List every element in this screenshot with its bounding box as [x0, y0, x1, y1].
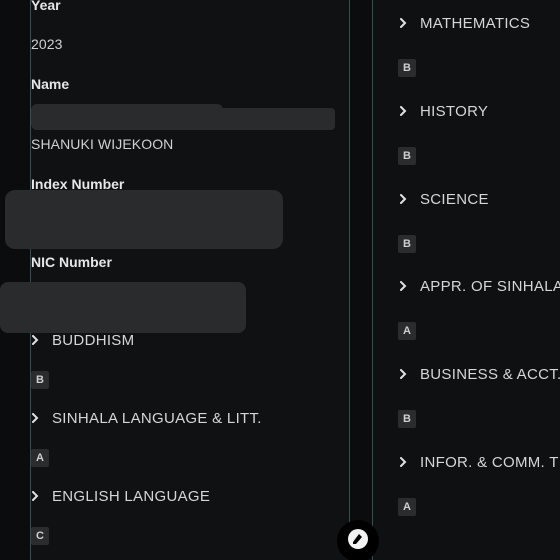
redaction-bar [0, 282, 246, 333]
chevron-right-icon [398, 194, 408, 204]
floating-action-button[interactable] [337, 520, 379, 560]
grade-badge: A [398, 498, 416, 516]
subject-name: MATHEMATICS [420, 14, 531, 32]
redaction-bar [200, 108, 335, 130]
year-label: Year [31, 0, 61, 13]
subject-name: BUDDHISM [52, 331, 135, 349]
subject-name: INFOR. & COMM. T [420, 453, 559, 471]
subject-name: SINHALA LANGUAGE & LITT. [52, 409, 262, 427]
chevron-right-icon [30, 413, 40, 423]
chevron-right-icon [398, 106, 408, 116]
subject-name: BUSINESS & ACCT. [420, 365, 560, 383]
subject-row-business-acct[interactable]: BUSINESS & ACCT. [398, 363, 560, 385]
grade-badge: B [398, 147, 416, 165]
subject-row-mathematics[interactable]: MATHEMATICS [398, 12, 530, 34]
grade-badge: B [31, 371, 49, 389]
grade-badge: A [31, 449, 49, 467]
subject-name: SCIENCE [420, 190, 489, 208]
subject-row-english-language[interactable]: ENGLISH LANGUAGE [30, 485, 210, 507]
nic-number-label: NIC Number [31, 254, 112, 270]
grade-badge: B [398, 235, 416, 253]
subject-row-appr-of-sinhala[interactable]: APPR. OF SINHALA [398, 275, 560, 297]
chevron-right-icon [30, 335, 40, 345]
subject-name: HISTORY [420, 102, 489, 120]
subject-row-sinhala-language[interactable]: SINHALA LANGUAGE & LITT. [30, 407, 262, 429]
grade-badge: B [398, 410, 416, 428]
subject-row-history[interactable]: HISTORY [398, 100, 488, 122]
grade-badge: C [31, 527, 49, 545]
subject-row-science[interactable]: SCIENCE [398, 188, 489, 210]
name-value: SHANUKI WIJEKOON [31, 136, 174, 152]
chevron-right-icon [30, 491, 40, 501]
grade-badge: B [398, 59, 416, 77]
name-label: Name [31, 76, 70, 92]
subject-row-buddhism[interactable]: BUDDHISM [30, 329, 134, 351]
year-value: 2023 [31, 36, 63, 52]
results-panel-left [30, 0, 350, 560]
chevron-right-icon [398, 369, 408, 379]
edit-icon [347, 528, 369, 555]
chevron-right-icon [398, 457, 408, 467]
grade-badge: A [398, 322, 416, 340]
redaction-bar [5, 190, 283, 249]
subject-row-infor-comm-tech[interactable]: INFOR. & COMM. T [398, 451, 559, 473]
chevron-right-icon [398, 281, 408, 291]
subject-name: ENGLISH LANGUAGE [52, 487, 211, 505]
chevron-right-icon [398, 18, 408, 28]
redaction-bar [31, 104, 223, 130]
subject-name: APPR. OF SINHALA [420, 277, 560, 295]
